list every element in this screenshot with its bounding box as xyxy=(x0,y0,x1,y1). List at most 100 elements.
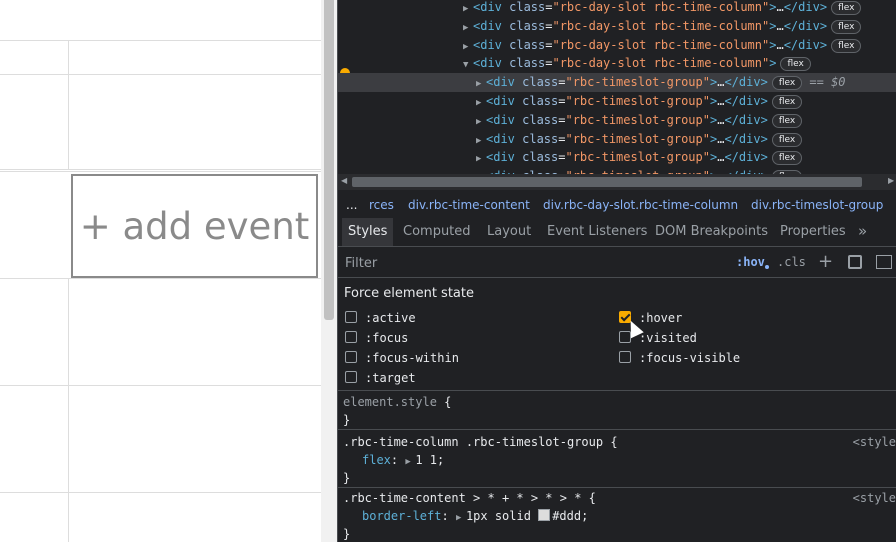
breadcrumb-item[interactable]: div.rbc-day-slot.rbc-time-column xyxy=(543,193,738,217)
flex-badge[interactable]: flex xyxy=(831,38,862,53)
dom-node-row[interactable]: ▶<div class="rbc-timeslot-group">…</div>… xyxy=(338,73,896,93)
styles-filter-bar: :hov .cls + xyxy=(338,247,896,279)
style-rule-timeslot-group: .rbc-time-column .rbc-timeslot-group { <s… xyxy=(338,433,896,488)
new-style-rule-button[interactable]: + xyxy=(818,247,833,277)
flex-badge[interactable]: flex xyxy=(831,19,862,34)
tag-end: </div> xyxy=(724,94,768,108)
filter-input[interactable] xyxy=(338,247,727,279)
state-focus-within-checkbox[interactable]: :focus-within xyxy=(345,350,459,366)
attr-name: class xyxy=(509,0,546,14)
collapsed-ellipsis: … xyxy=(776,37,784,52)
tag-end: </div> xyxy=(724,75,768,90)
flex-badge[interactable]: flex xyxy=(771,95,803,109)
rule-brace: } xyxy=(343,527,351,541)
attr-name: class xyxy=(522,94,559,108)
dom-node-row[interactable]: ▶<div class="rbc-timeslot-group">…</div>… xyxy=(338,130,896,149)
scroll-right-icon[interactable]: ▶ xyxy=(888,176,894,185)
element-style-rule: element.style { } xyxy=(338,393,896,430)
rule-selector[interactable]: .rbc-time-content > * + * > * > * xyxy=(343,491,581,505)
color-swatch-icon[interactable] xyxy=(538,509,551,521)
rule-brace: { xyxy=(588,491,596,505)
dom-node-row[interactable]: ▶<div class="rbc-timeslot-group">…</div>… xyxy=(338,148,896,167)
css-color-value[interactable]: #ddd; xyxy=(552,509,588,523)
rule-selector[interactable]: .rbc-time-column .rbc-timeslot-group xyxy=(343,435,603,449)
state-focus-checkbox[interactable]: :focus xyxy=(345,330,408,346)
tag-open: <div xyxy=(486,150,523,165)
cls-toggle-button[interactable]: .cls xyxy=(777,247,806,277)
rule-brace: { xyxy=(610,435,618,449)
tab-event-listeners[interactable]: Event Listeners xyxy=(547,218,647,246)
rule-source-link[interactable]: <style xyxy=(853,489,896,507)
rule-brace: { xyxy=(444,395,452,409)
breadcrumb-item[interactable]: div.rbc-timeslot-group xyxy=(751,193,883,217)
time-slot-divider xyxy=(0,40,321,41)
dom-node-row[interactable]: ▶ <div class="rbc-day-slot rbc-time-colum… xyxy=(338,0,896,17)
tag-end: </div> xyxy=(724,112,768,127)
dom-node-row[interactable]: ▶<div class="rbc-timeslot-group">…</div>… xyxy=(338,111,896,130)
hov-toggle-button[interactable]: :hov xyxy=(736,247,765,277)
scroll-left-icon[interactable]: ◀ xyxy=(341,176,347,185)
state-active-checkbox[interactable]: :active xyxy=(345,310,416,326)
attr-name: class xyxy=(522,150,559,165)
active-indicator-icon xyxy=(765,265,769,269)
more-tabs-icon[interactable]: » xyxy=(858,218,867,244)
paint-brush-icon[interactable] xyxy=(848,255,862,269)
breadcrumb-item[interactable]: rces xyxy=(369,193,394,217)
attr-value: "rbc-day-slot rbc-time-column" xyxy=(552,0,770,14)
rule-brace: } xyxy=(343,413,351,427)
tag-open: <div xyxy=(473,18,510,33)
tag-open: <div xyxy=(486,75,523,90)
day-column-divider xyxy=(68,40,69,169)
collapsed-ellipsis: … xyxy=(776,0,784,14)
breadcrumb: ... rces div.rbc-time-content div.rbc-da… xyxy=(338,193,896,217)
dom-node-row[interactable]: ▶<div class="rbc-timeslot-group">…</div>… xyxy=(338,167,896,174)
rule-source-link[interactable]: <style xyxy=(853,433,896,451)
tab-styles[interactable]: Styles xyxy=(342,218,394,246)
dom-node-row[interactable]: ▶ <div class="rbc-day-slot rbc-time-colum… xyxy=(338,36,896,55)
toggle-sidebar-icon[interactable] xyxy=(876,255,892,269)
time-slot-divider xyxy=(0,171,321,172)
tag-end: </div> xyxy=(724,131,768,146)
css-property-value[interactable]: 1 1; xyxy=(415,453,444,467)
attr-name: class xyxy=(522,75,559,90)
add-event-label: + add event xyxy=(79,204,310,248)
css-property-name[interactable]: flex xyxy=(362,453,391,467)
tab-dom-breakpoints[interactable]: DOM Breakpoints xyxy=(655,218,768,246)
tag-open: <div xyxy=(473,56,510,71)
rule-selector[interactable]: element.style xyxy=(343,395,437,409)
breadcrumb-ellipsis[interactable]: ... xyxy=(346,193,357,217)
dom-node-row[interactable]: ▼ <div class="rbc-day-slot rbc-time-colum… xyxy=(338,54,896,73)
dom-node-row[interactable]: ▶ <div class="rbc-day-slot rbc-time-colum… xyxy=(338,17,896,36)
flex-badge[interactable]: flex xyxy=(831,1,862,15)
flex-badge[interactable]: flex xyxy=(780,57,811,72)
tag-open: <div xyxy=(486,94,523,108)
flex-badge[interactable]: flex xyxy=(771,132,803,147)
flex-badge[interactable]: flex xyxy=(771,151,803,166)
tab-layout[interactable]: Layout xyxy=(487,218,531,246)
attr-value: "rbc-day-slot rbc-time-column" xyxy=(552,18,770,33)
devtools-panel: ▶ <div class="rbc-day-slot rbc-time-colum… xyxy=(338,0,896,542)
scrollbar-thumb[interactable] xyxy=(324,0,334,320)
elements-dom-tree: ▶ <div class="rbc-day-slot rbc-time-colum… xyxy=(338,0,896,174)
add-event-slot[interactable]: + add event xyxy=(71,174,318,278)
attr-value: "rbc-timeslot-group" xyxy=(565,150,710,165)
force-state-title: Force element state xyxy=(344,286,474,301)
breadcrumb-item[interactable]: div.rbc-time-content xyxy=(408,193,530,217)
state-target-checkbox[interactable]: :target xyxy=(345,370,416,386)
hscrollbar-thumb[interactable] xyxy=(352,177,862,187)
dom-tree-hscrollbar[interactable]: ◀ ▶ xyxy=(338,174,896,190)
attr-name: class xyxy=(509,56,546,71)
tab-properties[interactable]: Properties xyxy=(780,218,846,246)
attr-value: "rbc-day-slot rbc-time-column" xyxy=(552,56,770,71)
attr-value: "rbc-timeslot-group" xyxy=(565,131,710,146)
flex-badge[interactable]: flex xyxy=(771,76,803,91)
checkbox-icon xyxy=(619,351,631,363)
state-focus-visible-checkbox[interactable]: :focus-visible xyxy=(619,350,740,366)
tab-computed[interactable]: Computed xyxy=(403,218,471,246)
calendar-scrollbar[interactable] xyxy=(321,0,337,542)
tag-close-bracket: > xyxy=(769,56,777,71)
css-property-value[interactable]: 1px solid xyxy=(466,509,531,523)
dom-node-row[interactable]: ▶<div class="rbc-timeslot-group">…</div>… xyxy=(338,92,896,111)
css-property-name[interactable]: border-left xyxy=(362,509,441,523)
flex-badge[interactable]: flex xyxy=(771,113,803,128)
